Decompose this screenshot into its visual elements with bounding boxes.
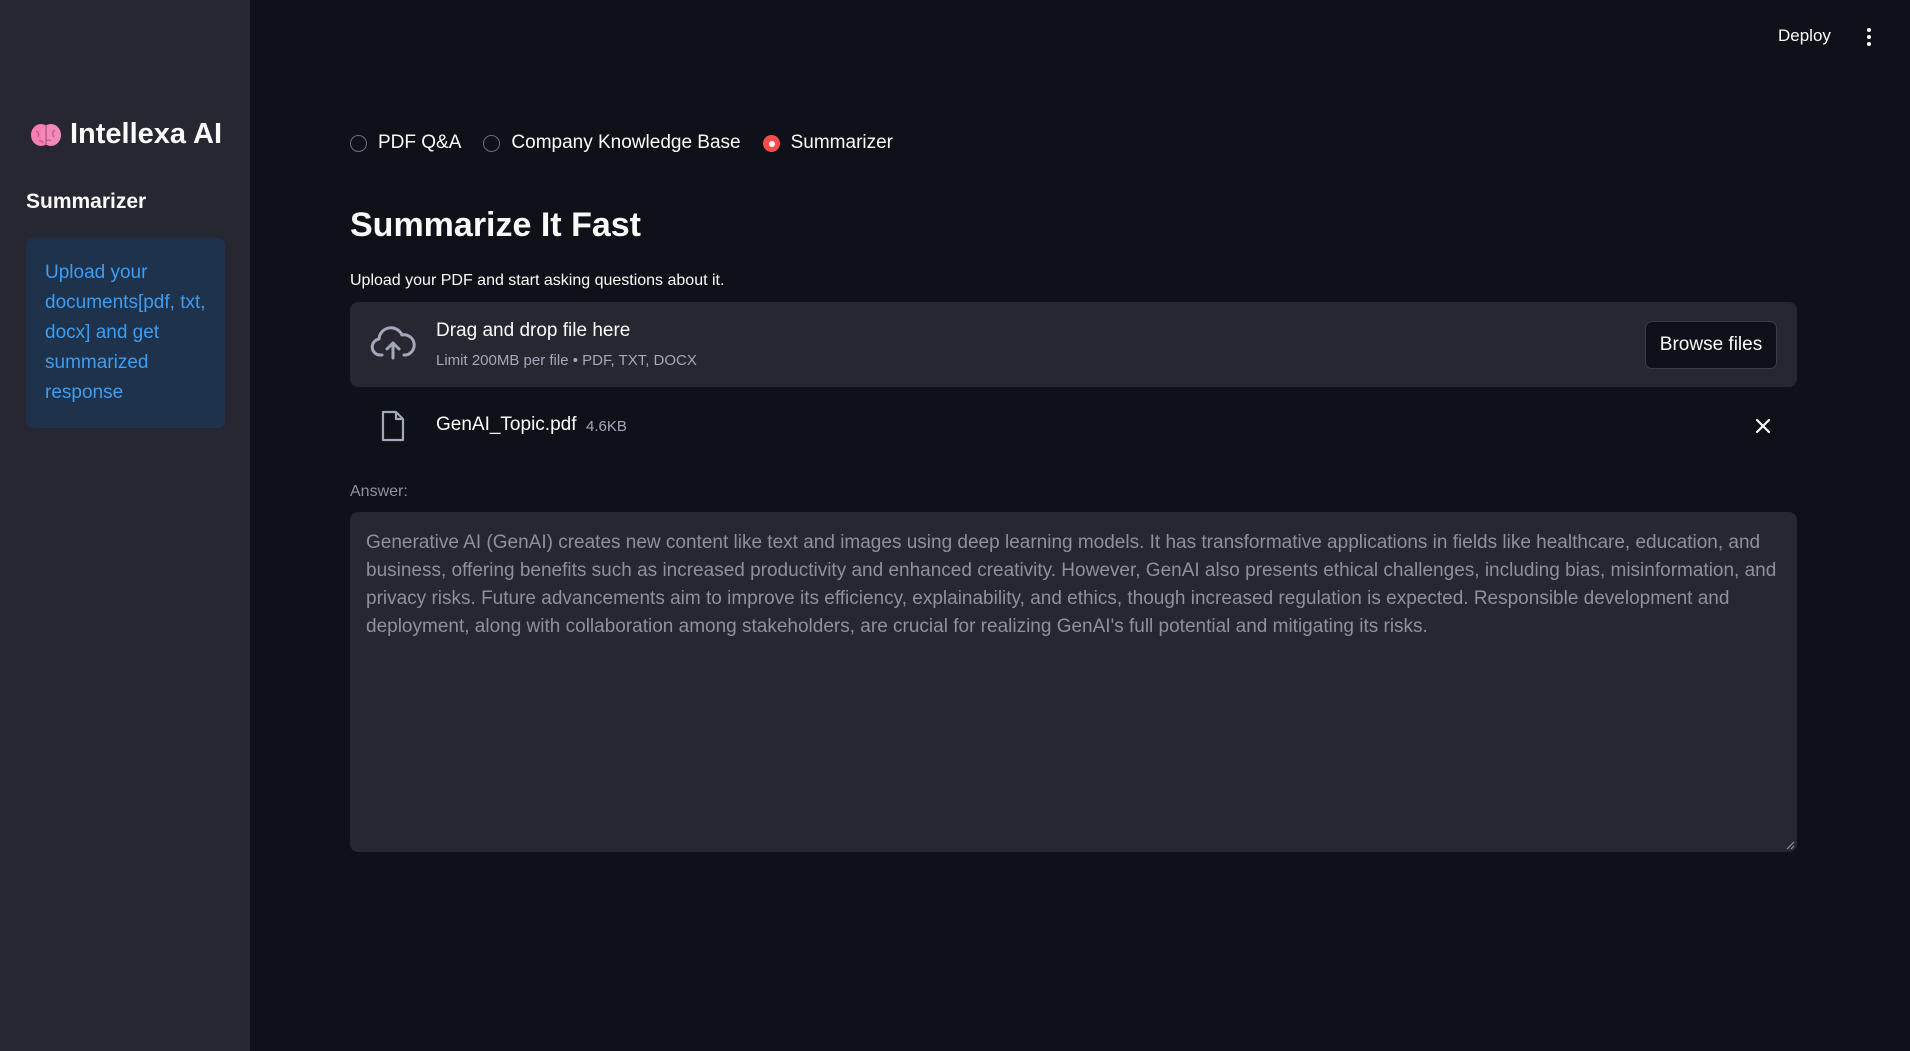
remove-file-close-icon[interactable] <box>1754 417 1772 435</box>
radio-circle[interactable] <box>483 134 501 152</box>
radio-circle-selected[interactable] <box>762 134 780 152</box>
radio-option-summarizer[interactable]: Summarizer <box>762 132 894 154</box>
sidebar-heading: Summarizer <box>26 190 147 213</box>
resize-grip-icon[interactable] <box>1785 840 1795 850</box>
browse-files-button[interactable]: Browse files <box>1645 321 1777 369</box>
radio-label: Company Knowledge Base <box>511 132 741 153</box>
uploaded-file-name: GenAI_Topic.pdf <box>436 414 577 435</box>
kebab-menu-icon[interactable] <box>1864 26 1874 48</box>
answer-textarea[interactable]: Generative AI (GenAI) creates new conten… <box>350 512 1797 852</box>
page-title: Summarize It Fast <box>350 206 641 244</box>
cloud-upload-icon <box>370 326 416 360</box>
uploaded-file-row: GenAI_Topic.pdf 4.6KB <box>350 402 1797 450</box>
file-icon <box>381 410 405 442</box>
radio-option-pdf-qa[interactable]: PDF Q&A <box>350 132 461 154</box>
deploy-button[interactable]: Deploy <box>1778 26 1831 46</box>
info-alert: Upload your documents[pdf, txt, docx] an… <box>26 238 225 428</box>
uploader-caption: Upload your PDF and start asking questio… <box>350 272 725 289</box>
brand-name: Intellexa AI <box>70 118 223 150</box>
radio-label: Summarizer <box>790 132 894 153</box>
mode-radio-group: PDF Q&A Company Knowledge Base Summarize… <box>350 132 915 154</box>
radio-circle[interactable] <box>350 134 367 152</box>
answer-label: Answer: <box>350 483 408 500</box>
brain-icon <box>31 123 61 146</box>
file-dropzone[interactable]: Drag and drop file here Limit 200MB per … <box>350 302 1797 387</box>
sidebar: Intellexa AI Summarizer Upload your docu… <box>0 0 250 1051</box>
brand: Intellexa AI <box>30 118 222 151</box>
radio-option-knowledge-base[interactable]: Company Knowledge Base <box>483 132 741 154</box>
uploaded-file-size: 4.6KB <box>586 418 627 435</box>
dropzone-title: Drag and drop file here <box>436 320 631 341</box>
radio-label: PDF Q&A <box>378 132 462 153</box>
dropzone-limit-text: Limit 200MB per file • PDF, TXT, DOCX <box>436 352 697 369</box>
